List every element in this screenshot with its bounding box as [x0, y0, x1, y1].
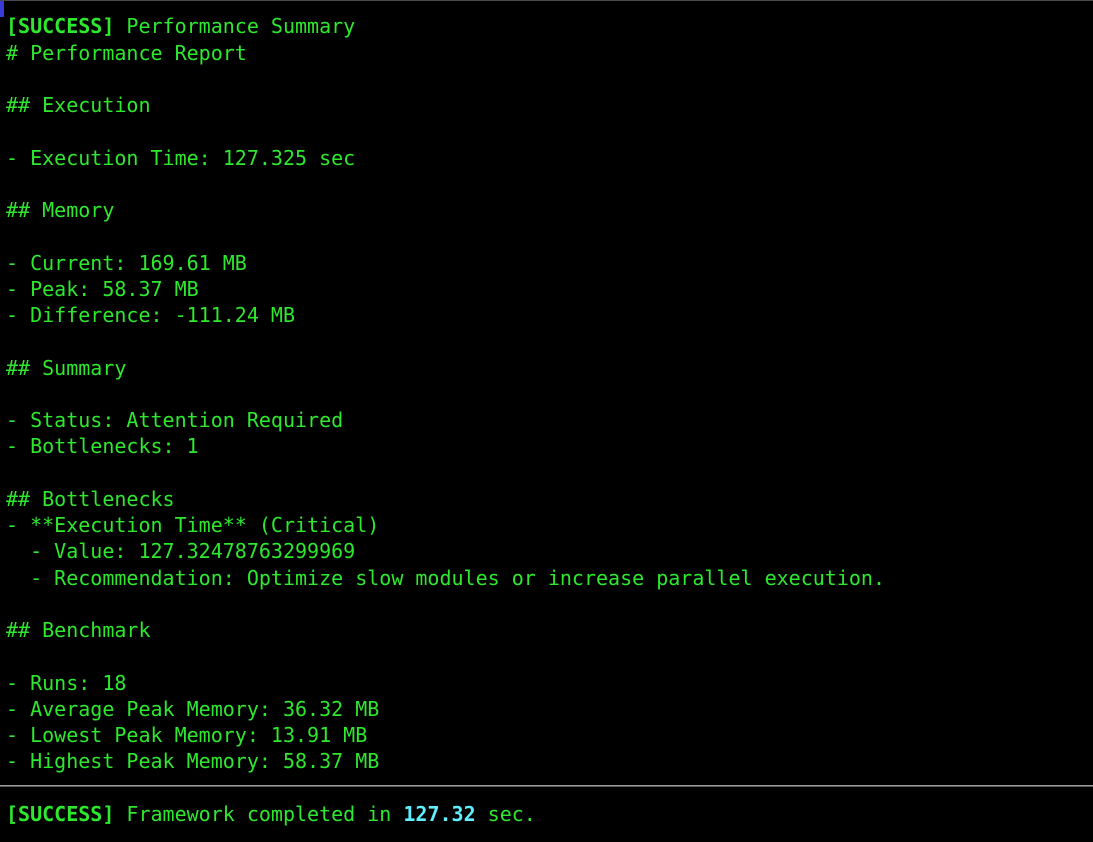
footer-suffix: sec. — [475, 802, 536, 826]
bottlenecks-heading: ## Bottlenecks — [6, 487, 175, 511]
bottleneck-item: - **Execution Time** (Critical) — [6, 513, 380, 537]
memory-current: - Current: 169.61 MB — [6, 251, 247, 275]
execution-time: - Execution Time: 127.325 sec — [6, 146, 356, 170]
header-line: [SUCCESS] Performance Summary — [6, 13, 355, 39]
execution-heading: ## Execution — [6, 93, 151, 117]
benchmark-highest: - Highest Peak Memory: 58.37 MB — [6, 749, 380, 773]
header-title: Performance Summary — [114, 14, 356, 38]
footer-line: [SUCCESS] Framework completed in 127.32 … — [6, 801, 536, 827]
summary-status: - Status: Attention Required — [6, 408, 344, 432]
separator-line — [0, 785, 1093, 787]
footer-success-tag: [SUCCESS] — [6, 802, 115, 826]
memory-peak: - Peak: 58.37 MB — [6, 277, 199, 301]
memory-heading: ## Memory — [6, 198, 115, 222]
terminal-window[interactable]: [SUCCESS] Performance Summary # Performa… — [0, 0, 1093, 842]
footer-prefix: Framework completed in — [114, 802, 404, 826]
summary-bottlenecks: - Bottlenecks: 1 — [6, 434, 199, 458]
benchmark-lowest: - Lowest Peak Memory: 13.91 MB — [6, 723, 368, 747]
memory-difference: - Difference: -111.24 MB — [6, 303, 295, 327]
bottleneck-recommendation: - Recommendation: Optimize slow modules … — [6, 566, 885, 590]
bottleneck-value: - Value: 127.32478763299969 — [6, 539, 356, 563]
benchmark-heading: ## Benchmark — [6, 618, 151, 642]
success-tag: [SUCCESS] — [6, 14, 115, 38]
benchmark-runs: - Runs: 18 — [6, 671, 127, 695]
benchmark-average: - Average Peak Memory: 36.32 MB — [6, 697, 380, 721]
cursor-marker — [0, 1, 4, 17]
report-title: # Performance Report — [6, 41, 247, 65]
footer-seconds: 127.32 — [403, 802, 476, 826]
summary-heading: ## Summary — [6, 356, 127, 380]
